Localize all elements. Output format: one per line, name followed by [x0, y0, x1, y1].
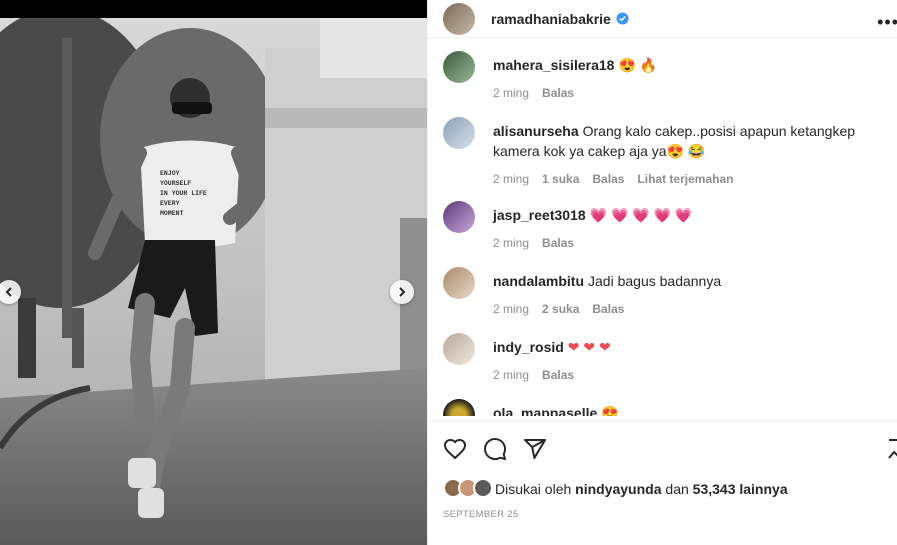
reply-button[interactable]: Balas [542, 83, 574, 103]
comment-likes[interactable]: 2 suka [542, 299, 579, 319]
post-date[interactable]: SEPTEMBER 25 [443, 509, 518, 520]
shirt-line: YOURSELF [160, 180, 191, 187]
comment-item: mahera_sisilera18 😍 🔥 2 ming Balas [443, 51, 893, 103]
comment-time[interactable]: 2 ming [493, 169, 529, 189]
shirt-line: EVERY [160, 200, 180, 207]
comment-likes[interactable]: 1 suka [542, 169, 579, 189]
commenter-username[interactable]: mahera_sisilera18 [493, 57, 614, 73]
reply-button[interactable]: Balas [592, 169, 624, 189]
commenter-avatar[interactable] [443, 333, 475, 365]
comment-item: jasp_reet3018 💗 💗 💗 💗 💗 2 ming Balas [443, 201, 893, 253]
comment-text: 💗 💗 💗 💗 💗 [589, 207, 693, 223]
shirt-line: MOMENT [160, 210, 184, 217]
comment-time[interactable]: 2 ming [493, 299, 529, 319]
liker-avatars [443, 478, 495, 500]
post-header: ramadhaniabakrie ••• [428, 0, 897, 38]
verified-badge-icon [616, 12, 629, 25]
see-translation-button[interactable]: Lihat terjemahan [637, 169, 733, 189]
next-photo-button[interactable] [390, 280, 414, 304]
commenter-username[interactable]: indy_rosid [493, 339, 564, 355]
likes-middle: dan [665, 481, 689, 497]
comment-item: ola_mappaselle 😍 [443, 399, 893, 416]
author-avatar[interactable] [443, 2, 475, 35]
commenter-username[interactable]: jasp_reet3018 [493, 207, 586, 223]
chevron-left-icon [5, 287, 12, 297]
top-bar [0, 0, 427, 18]
paper-plane-icon[interactable] [523, 437, 547, 461]
shirt-line: ENJOY [160, 170, 180, 177]
post-actions [428, 420, 897, 480]
comment-item: nandalambitu Jadi bagus badannya 2 ming 2… [443, 267, 893, 319]
comment-item: indy_rosid ❤ ❤ ❤ 2 ming Balas [443, 333, 893, 385]
comment-text: 😍 🔥 [618, 57, 658, 73]
commenter-avatar[interactable] [443, 51, 475, 83]
shirt-line: IN YOUR LIFE [160, 190, 207, 197]
comment-item: alisanurseha Orang kalo cakep..posisi apa… [443, 117, 893, 189]
likes-prefix: Disukai oleh [495, 481, 572, 497]
comment-text: Jadi bagus badannya [588, 273, 722, 289]
reply-button[interactable]: Balas [542, 365, 574, 385]
photo-image: ENJOY YOURSELF IN YOUR LIFE EVERY MOMENT [0, 18, 427, 545]
liker-avatar [473, 478, 493, 498]
reply-button[interactable]: Balas [542, 233, 574, 253]
commenter-avatar[interactable] [443, 117, 475, 149]
commenter-avatar[interactable] [443, 399, 475, 416]
heart-outline-icon[interactable] [443, 437, 467, 461]
post-side-panel: ramadhaniabakrie ••• mahera_sisilera18 😍 … [427, 0, 897, 545]
reply-button[interactable]: Balas [592, 299, 624, 319]
commenter-username[interactable]: alisanurseha [493, 123, 579, 139]
comment-time[interactable]: 2 ming [493, 233, 529, 253]
comments-list: mahera_sisilera18 😍 🔥 2 ming Balas alisan… [428, 48, 897, 416]
comment-time[interactable]: 2 ming [493, 83, 529, 103]
commenter-username[interactable]: ola_mappaselle [493, 405, 597, 416]
comment-time[interactable]: 2 ming [493, 365, 529, 385]
commenter-username[interactable]: nandalambitu [493, 273, 584, 289]
comment-text: ❤ ❤ ❤ [567, 339, 611, 355]
post-photo[interactable]: ENJOY YOURSELF IN YOUR LIFE EVERY MOMENT [0, 18, 427, 545]
likes-user[interactable]: nindyayunda [575, 481, 661, 497]
comment-text: 😍 [601, 405, 619, 416]
likes-count[interactable]: 53,343 lainnya [693, 481, 788, 497]
likes-summary: Disukai oleh nindyayunda dan 53,343 lain… [443, 478, 788, 500]
commenter-avatar[interactable] [443, 267, 475, 299]
chevron-right-icon [399, 287, 406, 297]
commenter-avatar[interactable] [443, 201, 475, 233]
more-options-icon[interactable]: ••• [877, 12, 897, 33]
bookmark-icon[interactable] [888, 437, 897, 461]
comment-bubble-icon[interactable] [483, 437, 507, 461]
author-username[interactable]: ramadhaniabakrie [491, 11, 611, 27]
